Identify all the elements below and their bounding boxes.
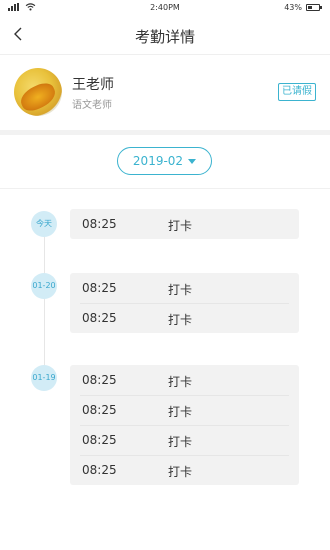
status-bar: 2:40PM 43% <box>0 0 330 16</box>
status-time: 2:40PM <box>150 3 180 12</box>
record-action: 打卡 <box>168 375 193 389</box>
record-action: 打卡 <box>168 283 193 297</box>
record-time: 08:25 <box>82 281 117 295</box>
nav-bar: 考勤详情 <box>0 16 330 55</box>
record-action: 打卡 <box>168 435 193 449</box>
avatar <box>14 68 62 116</box>
record-time: 08:25 <box>82 463 117 477</box>
list-item: 08:25 打卡 <box>70 209 299 239</box>
record-action: 打卡 <box>168 465 193 479</box>
record-time: 08:25 <box>82 311 117 325</box>
timeline-line <box>44 214 45 384</box>
record-time: 08:25 <box>82 403 117 417</box>
month-selector[interactable]: 2019-02 <box>117 147 212 175</box>
teacher-profile: 王老师 语文老师 已请假 <box>0 55 330 130</box>
page-title: 考勤详情 <box>134 28 195 46</box>
caret-down-icon <box>188 158 197 164</box>
list-item: 08:25 打卡 <box>70 303 299 333</box>
record-card: 08:25 打卡 08:25 打卡 08:25 打卡 08:25 打卡 <box>70 365 299 485</box>
list-item: 08:25 打卡 <box>70 455 299 485</box>
battery-fill <box>308 6 313 9</box>
battery-percent: 43% <box>284 3 302 12</box>
teacher-name: 王老师 <box>72 77 114 93</box>
date-marker: 今天 <box>31 211 57 237</box>
record-action: 打卡 <box>168 405 193 419</box>
status-right: 43% <box>284 3 322 12</box>
record-card: 08:25 打卡 08:25 打卡 <box>70 273 299 333</box>
teacher-subject: 语文老师 <box>72 100 112 111</box>
battery-icon <box>306 4 322 11</box>
record-action: 打卡 <box>168 219 193 233</box>
list-item: 08:25 打卡 <box>70 365 299 395</box>
record-time: 08:25 <box>82 433 117 447</box>
list-item: 08:25 打卡 <box>70 273 299 303</box>
list-item: 08:25 打卡 <box>70 395 299 425</box>
record-time: 08:25 <box>82 217 117 231</box>
status-badge: 已请假 <box>278 83 316 101</box>
date-marker: 01-19 <box>31 365 57 391</box>
list-item: 08:25 打卡 <box>70 425 299 455</box>
month-row: 2019-02 <box>0 135 330 189</box>
record-card: 08:25 打卡 <box>70 209 299 239</box>
record-action: 打卡 <box>168 313 193 327</box>
record-time: 08:25 <box>82 373 117 387</box>
month-value: 2019-02 <box>132 154 184 168</box>
date-marker: 01-20 <box>31 273 57 299</box>
